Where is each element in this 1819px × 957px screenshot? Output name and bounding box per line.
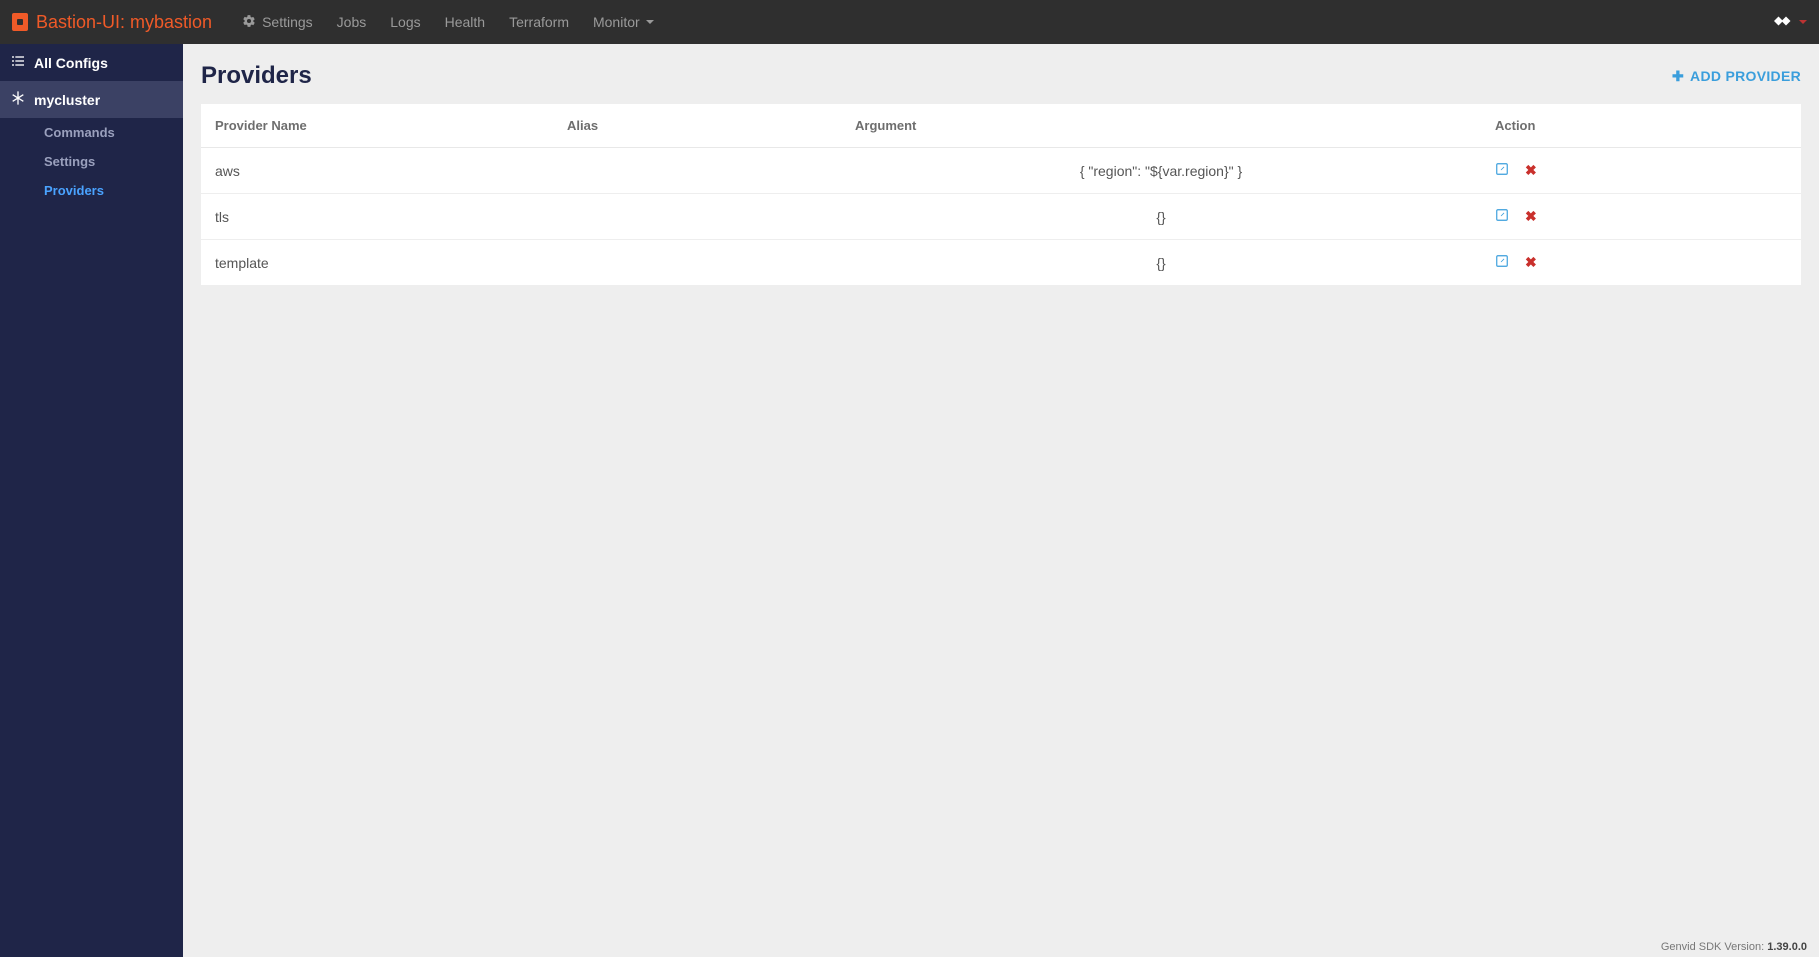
provider-alias-cell bbox=[553, 240, 841, 286]
provider-argument-cell: { "region": "${var.region}" } bbox=[841, 148, 1481, 194]
nav-logs-label: Logs bbox=[390, 14, 420, 30]
top-nav: Bastion-UI: mybastion Settings Jobs Logs… bbox=[0, 0, 1819, 44]
chevron-down-icon bbox=[1799, 20, 1807, 24]
table-row: template {} ✖ bbox=[201, 240, 1801, 286]
nav-terraform-label: Terraform bbox=[509, 14, 569, 30]
nav-health[interactable]: Health bbox=[433, 0, 497, 44]
sidebar-cluster-label: mycluster bbox=[34, 92, 100, 108]
provider-action-cell: ✖ bbox=[1481, 194, 1801, 240]
sidebar-settings-label: Settings bbox=[44, 154, 95, 169]
add-provider-label: ADD PROVIDER bbox=[1690, 68, 1801, 84]
provider-name-cell: tls bbox=[201, 194, 553, 240]
brand-icon bbox=[12, 13, 28, 31]
delete-icon[interactable]: ✖ bbox=[1525, 254, 1537, 271]
table-row: aws { "region": "${var.region}" } ✖ bbox=[201, 148, 1801, 194]
edit-icon[interactable] bbox=[1495, 254, 1509, 271]
providers-table: Provider Name Alias Argument Action aws {… bbox=[201, 104, 1801, 285]
chevron-down-icon bbox=[646, 20, 654, 24]
provider-alias-cell bbox=[553, 194, 841, 240]
main-content: Providers ✚ ADD PROVIDER Provider Name A… bbox=[183, 44, 1819, 957]
topnav-right-menu[interactable] bbox=[1765, 8, 1807, 37]
sidebar-item-all-configs[interactable]: All Configs bbox=[0, 44, 183, 81]
provider-action-cell: ✖ bbox=[1481, 240, 1801, 286]
nav-jobs-label: Jobs bbox=[337, 14, 367, 30]
col-header-argument: Argument bbox=[841, 104, 1481, 148]
sidebar: All Configs mycluster Commands Settings … bbox=[0, 44, 183, 957]
nav-settings[interactable]: Settings bbox=[230, 0, 325, 44]
provider-argument-cell: {} bbox=[841, 240, 1481, 286]
nav-logs[interactable]: Logs bbox=[378, 0, 432, 44]
footer-label: Genvid SDK Version: bbox=[1661, 941, 1764, 953]
footer: Genvid SDK Version: 1.39.0.0 bbox=[1661, 941, 1807, 953]
asterisk-icon bbox=[10, 90, 26, 109]
nav-monitor[interactable]: Monitor bbox=[581, 0, 666, 44]
footer-version: 1.39.0.0 bbox=[1767, 941, 1807, 953]
list-icon bbox=[10, 53, 26, 72]
sidebar-item-settings[interactable]: Settings bbox=[0, 147, 183, 176]
nav-terraform[interactable]: Terraform bbox=[497, 0, 581, 44]
edit-icon[interactable] bbox=[1495, 162, 1509, 179]
sidebar-item-cluster[interactable]: mycluster bbox=[0, 81, 183, 118]
col-header-action: Action bbox=[1481, 104, 1801, 148]
logo-icon bbox=[1765, 8, 1795, 37]
provider-action-cell: ✖ bbox=[1481, 148, 1801, 194]
sidebar-commands-label: Commands bbox=[44, 125, 115, 140]
table-row: tls {} ✖ bbox=[201, 194, 1801, 240]
sidebar-providers-label: Providers bbox=[44, 183, 104, 198]
providers-card: Provider Name Alias Argument Action aws {… bbox=[201, 104, 1801, 285]
provider-name-cell: aws bbox=[201, 148, 553, 194]
col-header-alias: Alias bbox=[553, 104, 841, 148]
provider-alias-cell bbox=[553, 148, 841, 194]
nav-jobs[interactable]: Jobs bbox=[325, 0, 379, 44]
plus-icon: ✚ bbox=[1672, 68, 1684, 85]
nav-health-label: Health bbox=[445, 14, 485, 30]
brand[interactable]: Bastion-UI: mybastion bbox=[12, 12, 212, 33]
sidebar-item-providers[interactable]: Providers bbox=[0, 176, 183, 205]
nav-monitor-label: Monitor bbox=[593, 14, 640, 30]
delete-icon[interactable]: ✖ bbox=[1525, 208, 1537, 225]
gear-icon bbox=[242, 14, 256, 31]
nav-settings-label: Settings bbox=[262, 14, 313, 30]
add-provider-button[interactable]: ✚ ADD PROVIDER bbox=[1672, 68, 1801, 85]
col-header-name: Provider Name bbox=[201, 104, 553, 148]
brand-text: Bastion-UI: mybastion bbox=[36, 12, 212, 33]
edit-icon[interactable] bbox=[1495, 208, 1509, 225]
provider-name-cell: template bbox=[201, 240, 553, 286]
page-title: Providers bbox=[201, 62, 312, 90]
sidebar-all-configs-label: All Configs bbox=[34, 55, 108, 71]
nav-links: Settings Jobs Logs Health Terraform Moni… bbox=[230, 0, 666, 44]
sidebar-item-commands[interactable]: Commands bbox=[0, 118, 183, 147]
provider-argument-cell: {} bbox=[841, 194, 1481, 240]
page-header: Providers ✚ ADD PROVIDER bbox=[201, 62, 1801, 90]
delete-icon[interactable]: ✖ bbox=[1525, 162, 1537, 179]
